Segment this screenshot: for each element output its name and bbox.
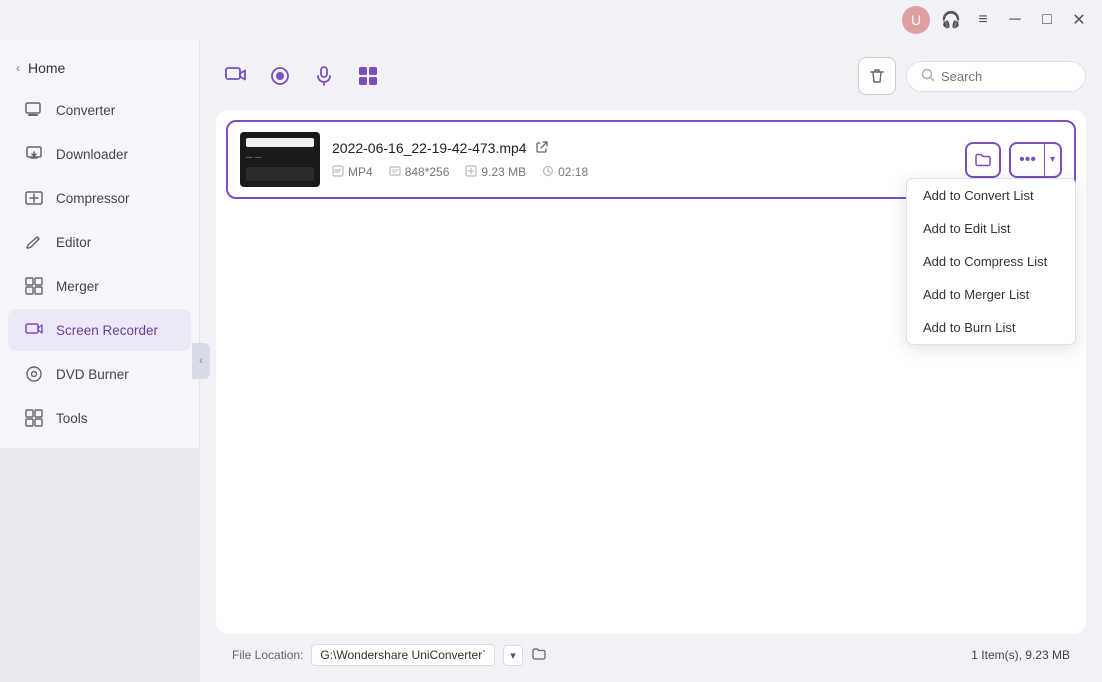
screen-recorder-icon [24,320,44,340]
footer-label: File Location: [232,648,303,662]
resolution-icon [389,165,401,180]
file-more-button[interactable]: ••• ▾ [1009,142,1062,178]
back-chevron-icon: ‹ [16,61,20,75]
titlebar: U 🎧 ≡ ─ □ ✕ [0,0,1102,40]
toolbar-mic-icon[interactable] [304,56,344,96]
sidebar-item-screen-recorder[interactable]: Screen Recorder [8,309,191,351]
sidebar-item-label: Screen Recorder [56,323,158,338]
thumb-text: ─ ─ [246,151,314,163]
dropdown-item-edit[interactable]: Add to Edit List [907,212,1075,245]
sidebar-item-merger[interactable]: Merger [8,265,191,307]
main-content: ─ ─ 2022-06-16_22-19-42-473.mp4 [200,40,1102,682]
close-button[interactable]: ✕ [1068,9,1090,31]
thumb-bar-1 [246,138,314,147]
sidebar-wrapper: ‹ Home Converter [0,40,200,682]
toolbar-grid-icon[interactable] [348,56,388,96]
toolbar-record-icon[interactable] [260,56,300,96]
file-actions: ••• ▾ [965,142,1062,178]
meta-format: MP4 [332,165,373,180]
format-icon [332,165,344,180]
sidebar-item-label: Editor [56,235,91,250]
dropdown-item-burn[interactable]: Add to Burn List [907,311,1075,344]
thumb-bar-2 [246,167,314,181]
sidebar-item-label: Downloader [56,147,128,162]
menu-icon[interactable]: ≡ [972,9,994,31]
toolbar [216,56,1086,96]
avatar[interactable]: U [902,6,930,34]
dropdown-item-merger[interactable]: Add to Merger List [907,278,1075,311]
size-icon [465,165,477,180]
compressor-icon [24,188,44,208]
file-area: ─ ─ 2022-06-16_22-19-42-473.mp4 [216,110,1086,634]
meta-resolution: 848*256 [389,165,450,180]
footer-item-count: 1 Item(s), 9.23 MB [971,648,1070,662]
maximize-button[interactable]: □ [1036,9,1058,31]
format-value: MP4 [348,165,373,179]
file-info: 2022-06-16_22-19-42-473.mp4 [332,140,953,180]
footer: File Location: G:\Wondershare UniConvert… [216,634,1086,666]
dropdown-item-convert[interactable]: Add to Convert List [907,179,1075,212]
duration-value: 02:18 [558,165,588,179]
file-folder-button[interactable] [965,142,1001,178]
more-chevron-icon: ▾ [1045,154,1060,165]
size-value: 9.23 MB [481,165,526,179]
dropdown-menu: Add to Convert List Add to Edit List Add… [906,178,1076,345]
file-thumbnail: ─ ─ [240,132,320,187]
sidebar-item-label: Merger [56,279,99,294]
sidebar-item-home[interactable]: ‹ Home [0,48,199,88]
sidebar-item-label: Tools [56,411,88,426]
sidebar-collapse-button[interactable]: ‹ [192,343,210,379]
footer-dropdown-button[interactable]: ▾ [503,645,523,666]
resolution-value: 848*256 [405,165,450,179]
meta-size: 9.23 MB [465,165,526,180]
trash-button[interactable] [858,57,896,95]
file-name: 2022-06-16_22-19-42-473.mp4 [332,140,527,156]
sidebar-item-tools[interactable]: Tools [8,397,191,439]
toolbar-video-icon[interactable] [216,56,256,96]
sidebar-item-label: DVD Burner [56,367,129,382]
merger-icon [24,276,44,296]
sidebar-item-label: Converter [56,103,115,118]
app-body: ‹ Home Converter [0,40,1102,682]
more-dots-icon: ••• [1011,144,1045,176]
converter-icon [24,100,44,120]
duration-icon [542,165,554,180]
search-bar [906,61,1086,92]
meta-duration: 02:18 [542,165,588,180]
headset-icon[interactable]: 🎧 [940,9,962,31]
sidebar: ‹ Home Converter [0,40,200,448]
file-meta: MP4 848*256 [332,165,953,180]
sidebar-item-dvd-burner[interactable]: DVD Burner [8,353,191,395]
downloader-icon [24,144,44,164]
tools-icon [24,408,44,428]
sidebar-item-label: Compressor [56,191,130,206]
sidebar-item-compressor[interactable]: Compressor [8,177,191,219]
editor-icon [24,232,44,252]
file-name-row: 2022-06-16_22-19-42-473.mp4 [332,140,953,157]
footer-folder-button[interactable] [531,646,547,665]
home-label: Home [28,60,65,76]
search-icon [921,68,935,85]
sidebar-item-downloader[interactable]: Downloader [8,133,191,175]
search-input[interactable] [941,69,1071,84]
file-open-icon[interactable] [535,140,549,157]
dropdown-item-compress[interactable]: Add to Compress List [907,245,1075,278]
sidebar-item-editor[interactable]: Editor [8,221,191,263]
footer-path: G:\Wondershare UniConverter` [311,644,495,666]
minimize-button[interactable]: ─ [1004,9,1026,31]
dvd-burner-icon [24,364,44,384]
sidebar-item-converter[interactable]: Converter [8,89,191,131]
